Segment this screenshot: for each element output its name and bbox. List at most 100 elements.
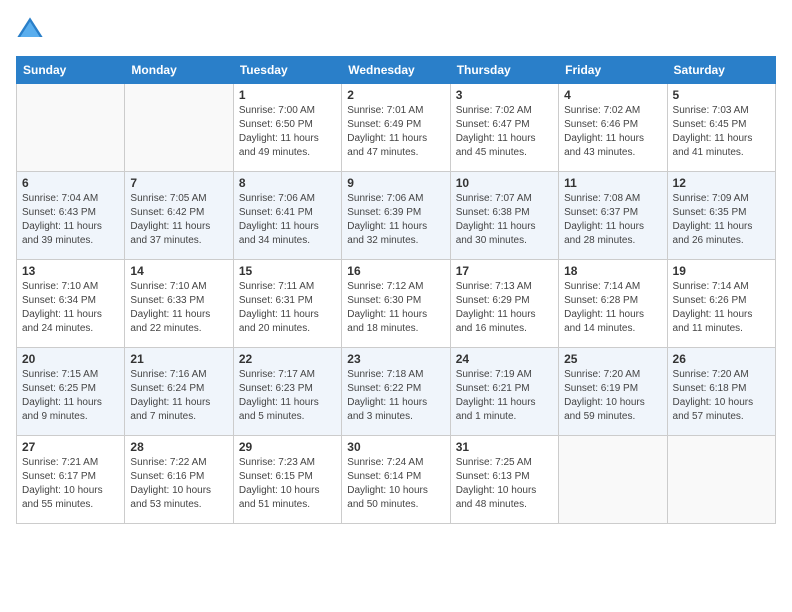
calendar-cell: 9 Sunrise: 7:06 AM Sunset: 6:39 PM Daylig… <box>342 172 450 260</box>
header-friday: Friday <box>559 57 667 84</box>
day-info: Sunrise: 7:13 AM Sunset: 6:29 PM Dayligh… <box>456 280 553 336</box>
logo-icon <box>16 16 44 44</box>
day-number: 4 <box>564 88 661 102</box>
calendar-cell: 4 Sunrise: 7:02 AM Sunset: 6:46 PM Daylig… <box>559 84 667 172</box>
day-number: 7 <box>130 176 227 190</box>
calendar-cell: 28 Sunrise: 7:22 AM Sunset: 6:16 PM Dayli… <box>125 436 233 524</box>
day-number: 10 <box>456 176 553 190</box>
calendar-cell <box>667 436 775 524</box>
day-number: 14 <box>130 264 227 278</box>
calendar-cell: 1 Sunrise: 7:00 AM Sunset: 6:50 PM Daylig… <box>233 84 341 172</box>
day-info: Sunrise: 7:19 AM Sunset: 6:21 PM Dayligh… <box>456 368 553 424</box>
calendar-cell: 16 Sunrise: 7:12 AM Sunset: 6:30 PM Dayli… <box>342 260 450 348</box>
day-number: 2 <box>347 88 444 102</box>
day-number: 6 <box>22 176 119 190</box>
day-info: Sunrise: 7:25 AM Sunset: 6:13 PM Dayligh… <box>456 456 553 512</box>
calendar-table: SundayMondayTuesdayWednesdayThursdayFrid… <box>16 56 776 524</box>
calendar-cell: 20 Sunrise: 7:15 AM Sunset: 6:25 PM Dayli… <box>17 348 125 436</box>
day-number: 24 <box>456 352 553 366</box>
day-info: Sunrise: 7:20 AM Sunset: 6:19 PM Dayligh… <box>564 368 661 424</box>
logo <box>16 16 48 44</box>
day-info: Sunrise: 7:22 AM Sunset: 6:16 PM Dayligh… <box>130 456 227 512</box>
calendar-cell: 26Sunrise: 7:20 AM Sunset: 6:18 PM Dayli… <box>667 348 775 436</box>
calendar-cell: 27 Sunrise: 7:21 AM Sunset: 6:17 PM Dayli… <box>17 436 125 524</box>
day-info: Sunrise: 7:16 AM Sunset: 6:24 PM Dayligh… <box>130 368 227 424</box>
calendar-cell: 18 Sunrise: 7:14 AM Sunset: 6:28 PM Dayli… <box>559 260 667 348</box>
day-number: 18 <box>564 264 661 278</box>
day-info: Sunrise: 7:05 AM Sunset: 6:42 PM Dayligh… <box>130 192 227 248</box>
calendar-cell: 12Sunrise: 7:09 AM Sunset: 6:35 PM Dayli… <box>667 172 775 260</box>
calendar-cell: 30Sunrise: 7:24 AM Sunset: 6:14 PM Dayli… <box>342 436 450 524</box>
day-number: 23 <box>347 352 444 366</box>
day-number: 8 <box>239 176 336 190</box>
header-wednesday: Wednesday <box>342 57 450 84</box>
week-row-4: 20 Sunrise: 7:15 AM Sunset: 6:25 PM Dayli… <box>17 348 776 436</box>
day-info: Sunrise: 7:07 AM Sunset: 6:38 PM Dayligh… <box>456 192 553 248</box>
day-info: Sunrise: 7:09 AM Sunset: 6:35 PM Dayligh… <box>673 192 770 248</box>
calendar-cell <box>125 84 233 172</box>
week-row-2: 6Sunrise: 7:04 AM Sunset: 6:43 PM Daylig… <box>17 172 776 260</box>
day-number: 16 <box>347 264 444 278</box>
day-info: Sunrise: 7:02 AM Sunset: 6:46 PM Dayligh… <box>564 104 661 160</box>
day-info: Sunrise: 7:18 AM Sunset: 6:22 PM Dayligh… <box>347 368 444 424</box>
day-info: Sunrise: 7:08 AM Sunset: 6:37 PM Dayligh… <box>564 192 661 248</box>
day-info: Sunrise: 7:10 AM Sunset: 6:33 PM Dayligh… <box>130 280 227 336</box>
calendar-cell: 19 Sunrise: 7:14 AM Sunset: 6:26 PM Dayli… <box>667 260 775 348</box>
day-info: Sunrise: 7:21 AM Sunset: 6:17 PM Dayligh… <box>22 456 119 512</box>
day-info: Sunrise: 7:10 AM Sunset: 6:34 PM Dayligh… <box>22 280 119 336</box>
day-number: 20 <box>22 352 119 366</box>
day-number: 25 <box>564 352 661 366</box>
header-tuesday: Tuesday <box>233 57 341 84</box>
calendar-cell: 10 Sunrise: 7:07 AM Sunset: 6:38 PM Dayli… <box>450 172 558 260</box>
day-number: 28 <box>130 440 227 454</box>
day-info: Sunrise: 7:06 AM Sunset: 6:39 PM Dayligh… <box>347 192 444 248</box>
calendar-cell: 14 Sunrise: 7:10 AM Sunset: 6:33 PM Dayli… <box>125 260 233 348</box>
calendar-cell: 2 Sunrise: 7:01 AM Sunset: 6:49 PM Daylig… <box>342 84 450 172</box>
calendar-cell: 25 Sunrise: 7:20 AM Sunset: 6:19 PM Dayli… <box>559 348 667 436</box>
day-number: 11 <box>564 176 661 190</box>
day-number: 1 <box>239 88 336 102</box>
day-number: 15 <box>239 264 336 278</box>
day-number: 27 <box>22 440 119 454</box>
header-thursday: Thursday <box>450 57 558 84</box>
day-info: Sunrise: 7:00 AM Sunset: 6:50 PM Dayligh… <box>239 104 336 160</box>
day-number: 30 <box>347 440 444 454</box>
header-saturday: Saturday <box>667 57 775 84</box>
day-number: 5 <box>673 88 770 102</box>
week-row-1: 1 Sunrise: 7:00 AM Sunset: 6:50 PM Daylig… <box>17 84 776 172</box>
calendar-cell: 7 Sunrise: 7:05 AM Sunset: 6:42 PM Daylig… <box>125 172 233 260</box>
calendar-header-row: SundayMondayTuesdayWednesdayThursdayFrid… <box>17 57 776 84</box>
calendar-cell <box>559 436 667 524</box>
day-info: Sunrise: 7:06 AM Sunset: 6:41 PM Dayligh… <box>239 192 336 248</box>
day-info: Sunrise: 7:03 AM Sunset: 6:45 PM Dayligh… <box>673 104 770 160</box>
calendar-cell: 23 Sunrise: 7:18 AM Sunset: 6:22 PM Dayli… <box>342 348 450 436</box>
calendar-cell: 3 Sunrise: 7:02 AM Sunset: 6:47 PM Daylig… <box>450 84 558 172</box>
day-number: 31 <box>456 440 553 454</box>
day-info: Sunrise: 7:11 AM Sunset: 6:31 PM Dayligh… <box>239 280 336 336</box>
day-info: Sunrise: 7:01 AM Sunset: 6:49 PM Dayligh… <box>347 104 444 160</box>
day-info: Sunrise: 7:02 AM Sunset: 6:47 PM Dayligh… <box>456 104 553 160</box>
header-sunday: Sunday <box>17 57 125 84</box>
day-info: Sunrise: 7:12 AM Sunset: 6:30 PM Dayligh… <box>347 280 444 336</box>
day-info: Sunrise: 7:20 AM Sunset: 6:18 PM Dayligh… <box>673 368 770 424</box>
week-row-5: 27 Sunrise: 7:21 AM Sunset: 6:17 PM Dayli… <box>17 436 776 524</box>
day-number: 9 <box>347 176 444 190</box>
calendar-cell: 6Sunrise: 7:04 AM Sunset: 6:43 PM Daylig… <box>17 172 125 260</box>
calendar-cell: 8 Sunrise: 7:06 AM Sunset: 6:41 PM Daylig… <box>233 172 341 260</box>
week-row-3: 13 Sunrise: 7:10 AM Sunset: 6:34 PM Dayli… <box>17 260 776 348</box>
day-number: 22 <box>239 352 336 366</box>
calendar-cell: 24 Sunrise: 7:19 AM Sunset: 6:21 PM Dayli… <box>450 348 558 436</box>
calendar-cell: 17Sunrise: 7:13 AM Sunset: 6:29 PM Dayli… <box>450 260 558 348</box>
day-info: Sunrise: 7:15 AM Sunset: 6:25 PM Dayligh… <box>22 368 119 424</box>
page-header <box>16 16 776 44</box>
day-number: 13 <box>22 264 119 278</box>
day-info: Sunrise: 7:14 AM Sunset: 6:26 PM Dayligh… <box>673 280 770 336</box>
calendar-cell: 5 Sunrise: 7:03 AM Sunset: 6:45 PM Daylig… <box>667 84 775 172</box>
calendar-cell: 22Sunrise: 7:17 AM Sunset: 6:23 PM Dayli… <box>233 348 341 436</box>
day-number: 19 <box>673 264 770 278</box>
day-info: Sunrise: 7:23 AM Sunset: 6:15 PM Dayligh… <box>239 456 336 512</box>
calendar-cell: 15 Sunrise: 7:11 AM Sunset: 6:31 PM Dayli… <box>233 260 341 348</box>
calendar-cell: 13 Sunrise: 7:10 AM Sunset: 6:34 PM Dayli… <box>17 260 125 348</box>
day-number: 3 <box>456 88 553 102</box>
day-info: Sunrise: 7:14 AM Sunset: 6:28 PM Dayligh… <box>564 280 661 336</box>
